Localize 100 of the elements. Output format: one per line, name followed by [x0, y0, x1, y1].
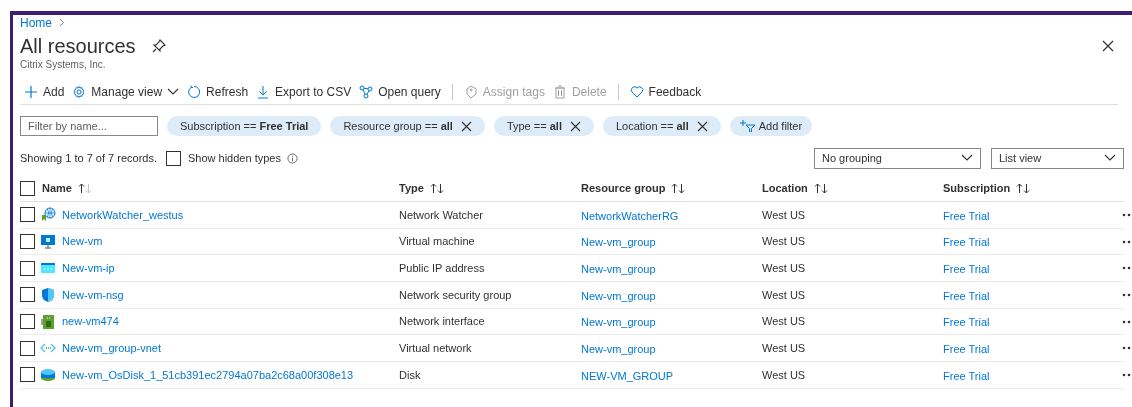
manage-view-button[interactable]: Manage view	[68, 80, 184, 103]
column-header[interactable]: Location	[762, 180, 808, 197]
subscription-link[interactable]: Free Trial	[943, 234, 1122, 251]
download-icon	[256, 84, 271, 99]
table-cell-text: Network security group	[399, 287, 513, 303]
chevron-right-icon	[59, 18, 65, 27]
subscription-link[interactable]: Free Trial	[943, 207, 1122, 225]
disk-icon	[40, 366, 56, 383]
filter-pill[interactable]: Location == all	[602, 116, 721, 136]
subscription-link[interactable]: Free Trial	[943, 287, 1122, 305]
chevron-down-icon	[1104, 154, 1116, 162]
resource-link[interactable]: New-vm_OsDisk_1_51cb391ec2794a07ba2c68a00f308e13	[62, 366, 354, 384]
checkbox[interactable]	[20, 260, 35, 276]
resource-link[interactable]: New-vm-ip	[62, 259, 115, 277]
sort-icon[interactable]	[77, 183, 92, 194]
checkbox[interactable]	[20, 314, 35, 330]
checkbox[interactable]	[20, 181, 35, 196]
shield-icon	[40, 286, 56, 303]
table-cell-text: West US	[762, 207, 807, 223]
resource-group-link[interactable]: New-vm_group	[581, 287, 762, 305]
table-cell-text: Public IP address	[399, 260, 486, 276]
monitor-icon	[40, 233, 56, 250]
subscription-link[interactable]: Free Trial	[943, 341, 1122, 358]
column-header[interactable]: Subscription	[943, 180, 1011, 197]
subscription-link[interactable]: Free Trial	[943, 367, 1122, 385]
remove-icon[interactable]	[460, 120, 472, 132]
resource-link[interactable]: NetworkWatcher_westus	[62, 206, 184, 224]
resource-link[interactable]: New-vm-nsg	[62, 286, 124, 304]
checkbox[interactable]	[20, 367, 35, 383]
resource-link[interactable]: new-vm474	[62, 313, 119, 330]
toolbar-button[interactable]: Feedback	[625, 80, 706, 103]
filter-pill[interactable]: Type == all	[493, 116, 594, 136]
page-title: All resources	[20, 34, 136, 59]
chevron-down-icon	[961, 154, 973, 162]
subscription-link[interactable]: Free Trial	[943, 260, 1122, 278]
column-header[interactable]: Name	[42, 180, 72, 197]
grouping-dropdown[interactable]: No grouping	[814, 147, 981, 169]
page-subtitle: Citrix Systems, Inc.	[20, 59, 107, 71]
checkbox[interactable]	[165, 150, 181, 166]
checkbox[interactable]	[20, 287, 35, 303]
table-cell-text: West US	[762, 367, 807, 383]
column-header[interactable]: Resource group	[581, 180, 666, 197]
heart-icon	[629, 84, 644, 99]
toolbar-button[interactable]: Add	[20, 80, 69, 103]
table-cell-text: Virtual machine	[399, 234, 476, 250]
sort-icon[interactable]	[671, 183, 686, 194]
subscription-link[interactable]: Free Trial	[943, 314, 1122, 331]
table-cell-text: Disk	[399, 367, 422, 383]
toolbar-button[interactable]: Export to CSV	[252, 80, 356, 103]
table-cell-text: West US	[762, 341, 807, 357]
resource-group-link[interactable]: New-vm_group	[581, 234, 762, 251]
checkbox[interactable]	[20, 234, 35, 250]
gear-icon	[72, 84, 87, 99]
records-count: Showing 1 to 7 of 7 records.	[20, 150, 157, 166]
resource-group-link[interactable]: NetworkWatcherRG	[581, 207, 762, 225]
table-cell-text: West US	[762, 287, 807, 303]
more-icon[interactable]	[1122, 266, 1132, 271]
show-hidden-label: Show hidden types	[187, 150, 281, 166]
table-cell-text: Network Watcher	[399, 207, 484, 223]
table-cell-text: West US	[762, 314, 807, 330]
filter-field[interactable]: Filter by name...	[20, 116, 158, 136]
network-card-icon	[40, 313, 56, 330]
sort-icon[interactable]	[429, 183, 444, 194]
filter-pill[interactable]: Subscription == Free Trial	[167, 116, 322, 136]
resource-link[interactable]: New-vm_group-vnet	[62, 340, 162, 357]
more-icon[interactable]	[1122, 319, 1132, 324]
more-icon[interactable]	[1122, 346, 1132, 351]
add-icon	[24, 84, 38, 99]
remove-icon[interactable]	[569, 120, 581, 132]
table-cell-text: Network interface	[399, 314, 486, 330]
resource-group-link[interactable]: NEW-VM_GROUP	[581, 367, 762, 385]
toolbar-button[interactable]: Refresh	[183, 80, 253, 103]
more-icon[interactable]	[1122, 239, 1132, 244]
table-cell-text: West US	[762, 234, 807, 250]
resource-group-link[interactable]: New-vm_group	[581, 314, 762, 331]
sort-icon[interactable]	[1016, 183, 1031, 194]
add-filter-icon	[739, 120, 756, 132]
resource-group-link[interactable]: New-vm_group	[581, 260, 762, 278]
trash-icon	[552, 84, 567, 99]
view-dropdown[interactable]: List view	[991, 147, 1124, 169]
sort-icon[interactable]	[813, 183, 828, 194]
pin-icon[interactable]	[151, 39, 166, 53]
checkbox[interactable]	[20, 340, 35, 356]
resource-group-link[interactable]: New-vm_group	[581, 341, 762, 358]
chevron-down-icon	[167, 87, 180, 96]
table-cell-text: West US	[762, 260, 807, 276]
checkbox[interactable]	[20, 207, 35, 223]
resource-link[interactable]: New-vm	[62, 233, 103, 250]
globe-icon	[40, 206, 56, 223]
remove-icon[interactable]	[696, 120, 708, 132]
more-icon[interactable]	[1122, 292, 1132, 297]
column-header[interactable]: Type	[399, 180, 424, 197]
close-icon[interactable]	[1102, 40, 1114, 52]
toolbar-button[interactable]: Open query	[355, 80, 445, 103]
nodes-icon	[359, 84, 374, 99]
breadcrumb-link[interactable]: Home	[20, 13, 52, 32]
filter-pill[interactable]: Resource group == all	[330, 116, 485, 136]
add-filter-button[interactable]: Add filter	[729, 116, 813, 136]
more-icon[interactable]	[1122, 372, 1132, 377]
more-icon[interactable]	[1122, 212, 1132, 217]
